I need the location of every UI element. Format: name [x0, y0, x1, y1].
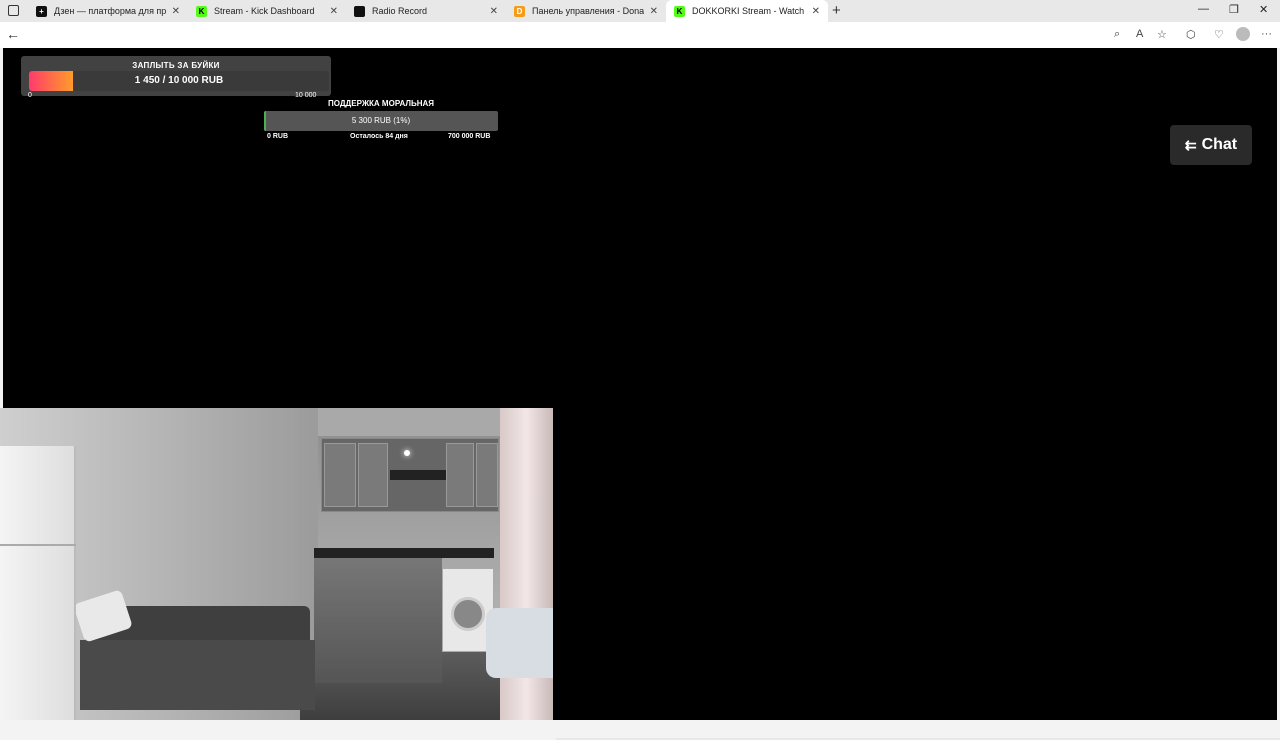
cabinet-door	[476, 443, 498, 507]
chat-toggle-button[interactable]: ⇇ Chat	[1170, 125, 1252, 165]
sofa-seat	[80, 640, 315, 710]
goal-progress-text: 1 450 / 10 000 RUB	[134, 75, 224, 86]
cabinet-door	[324, 443, 356, 507]
goal-max-label: 700 000 RUB	[448, 133, 491, 140]
tab-dokkorki-stream[interactable]: K DOKKORKI Stream - Watch Live on Kick ✕	[666, 0, 828, 22]
donationalerts-icon: D	[514, 5, 525, 17]
goal-min-label: 0	[28, 92, 32, 99]
goal-remaining-label: Осталось 84 дня	[350, 133, 408, 140]
fridge-door-seam	[0, 544, 76, 546]
minimize-button[interactable]: —	[1198, 3, 1209, 15]
goal-progress-text: 5 300 RUB (1%)	[351, 116, 411, 125]
plus-circle-icon: +	[36, 5, 47, 17]
tab-dzen[interactable]: + Дзен — платформа для просмотра ✕	[28, 0, 188, 22]
window-close-button[interactable]: ✕	[1259, 3, 1268, 16]
washer-door	[451, 597, 485, 631]
tab-kick-dashboard[interactable]: K Stream - Kick Dashboard ✕	[188, 0, 346, 22]
goal-title: ЗАПЛЫТЬ ЗА БУЙКИ	[132, 61, 220, 70]
goal-max-label: 10 000	[295, 92, 317, 99]
radio-record-icon	[354, 5, 365, 17]
tab-close-icon[interactable]: ✕	[812, 6, 820, 17]
tab-close-icon[interactable]: ✕	[172, 6, 180, 17]
restore-button[interactable]: ❐	[1229, 3, 1239, 16]
kick-icon: K	[674, 5, 685, 17]
extensions-icon[interactable]: ⬡	[1186, 28, 1196, 41]
browser-essentials-icon[interactable]: ♡	[1214, 28, 1224, 41]
ceiling-light	[404, 450, 410, 456]
goal-progress-bar: 5 300 RUB (1%)	[264, 111, 498, 131]
profile-avatar-icon[interactable]	[1236, 27, 1250, 41]
donation-goal-panel: ЗАПЛЫТЬ ЗА БУЙКИ 1 450 / 10 000 RUB	[21, 56, 331, 96]
address-bar-row: ← ⌕ A ☆ ⬡ ♡ ···	[0, 22, 1280, 48]
tab-strip: + Дзен — платформа для просмотра ✕ K Str…	[0, 0, 1280, 22]
bedding	[486, 608, 553, 678]
tab-title: Stream - Kick Dashboard	[214, 6, 315, 16]
tab-title: Дзен — платформа для просмотра	[54, 6, 166, 16]
goal-min-label: 0 RUB	[267, 133, 289, 140]
chat-button-label: Chat	[1201, 136, 1238, 153]
read-aloud-icon[interactable]: A	[1136, 28, 1143, 40]
tab-radio-record[interactable]: Radio Record ✕	[346, 0, 506, 22]
goal-progress-bar: 1 450 / 10 000 RUB	[29, 71, 329, 91]
collapse-left-arrow-icon: ⇇	[1184, 136, 1197, 153]
zoom-icon[interactable]: ⌕	[1114, 28, 1120, 41]
kick-icon: K	[196, 5, 207, 17]
settings-menu-button[interactable]: ···	[1261, 28, 1272, 40]
cabinet-door	[358, 443, 388, 507]
url-field[interactable]	[24, 25, 1134, 45]
refrigerator	[0, 446, 76, 720]
tab-donationalerts[interactable]: D Панель управления - DonationAlerts ✕	[506, 0, 666, 22]
back-button[interactable]: ←	[6, 26, 20, 42]
range-hood	[390, 470, 446, 480]
kitchen-lower-cabinets	[314, 558, 442, 683]
tab-title: Radio Record	[372, 6, 428, 16]
tab-close-icon[interactable]: ✕	[490, 6, 498, 17]
sidebar-toggle-icon[interactable]	[8, 5, 19, 16]
kitchen-counter	[314, 548, 494, 558]
tab-close-icon[interactable]: ✕	[330, 6, 338, 17]
tab-close-icon[interactable]: ✕	[650, 6, 658, 17]
new-tab-button[interactable]: +	[832, 2, 841, 19]
goal-title: ПОДДЕРЖКА МОРАЛЬНАЯ	[327, 99, 434, 108]
webcam-feed	[0, 408, 553, 720]
cabinet-door	[446, 443, 474, 507]
favorite-star-icon[interactable]: ☆	[1157, 28, 1167, 41]
tab-title: Панель управления - DonationAlerts	[532, 6, 644, 16]
tab-title: DOKKORKI Stream - Watch Live on Kick	[692, 6, 806, 16]
